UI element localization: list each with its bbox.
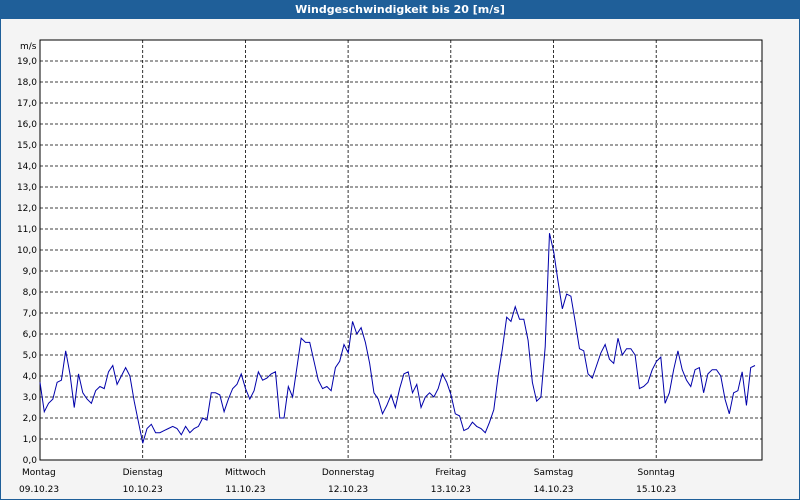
- x-day-name-label: Donnerstag: [322, 468, 375, 478]
- y-tick-label: 10,0: [17, 246, 37, 256]
- y-tick-label: 1,0: [23, 435, 38, 445]
- y-tick-label: 12,0: [17, 204, 37, 214]
- y-tick-label: 6,0: [23, 330, 38, 340]
- y-axis-unit-label: m/s: [20, 42, 37, 52]
- y-tick-label: 16,0: [17, 120, 37, 130]
- x-axis-day-labels: Montag 09.10.23 Dienstag 10.10.23 Mittwoch 11…: [19, 468, 676, 495]
- x-day-name-label: Montag: [22, 468, 56, 478]
- x-date-label: 10.10.23: [123, 485, 163, 495]
- y-tick-label: 11,0: [17, 225, 37, 235]
- y-tick-label: 9,0: [23, 267, 38, 277]
- x-day-name-label: Dienstag: [123, 468, 163, 478]
- x-date-label: 12.10.23: [328, 485, 368, 495]
- y-tick-label: 7,0: [23, 309, 38, 319]
- y-tick-label: 17,0: [17, 99, 37, 109]
- x-day-name-label: Mittwoch: [225, 468, 266, 478]
- x-day-name-label: Sonntag: [638, 468, 675, 478]
- x-date-label: 15.10.23: [636, 485, 676, 495]
- y-axis-ticks: 0,0 1,0 2,0 3,0 4,0 5,0 6,0 7,0 8,0 9,0 10,0 11,0 12…: [17, 57, 37, 466]
- y-tick-label: 14,0: [17, 162, 37, 172]
- y-tick-label: 0,0: [23, 456, 38, 466]
- y-tick-label: 8,0: [23, 288, 38, 298]
- x-date-label: 09.10.23: [19, 485, 59, 495]
- x-date-label: 14.10.23: [533, 485, 573, 495]
- x-day-name-label: Freitag: [435, 468, 466, 478]
- x-date-label: 13.10.23: [431, 485, 471, 495]
- y-tick-label: 13,0: [17, 183, 37, 193]
- y-tick-label: 19,0: [17, 57, 37, 67]
- x-day-name-label: Samstag: [534, 468, 573, 478]
- y-tick-label: 18,0: [17, 78, 37, 88]
- wind-speed-chart: 0,0 1,0 2,0 3,0 4,0 5,0 6,0 7,0 8,0 9,0 10,0 11,0 12…: [17, 39, 763, 495]
- y-tick-label: 4,0: [23, 372, 38, 382]
- x-date-label: 11.10.23: [225, 485, 265, 495]
- y-tick-label: 2,0: [23, 414, 38, 424]
- y-tick-label: 15,0: [17, 141, 37, 151]
- y-tick-label: 5,0: [23, 351, 38, 361]
- y-tick-label: 3,0: [23, 393, 38, 403]
